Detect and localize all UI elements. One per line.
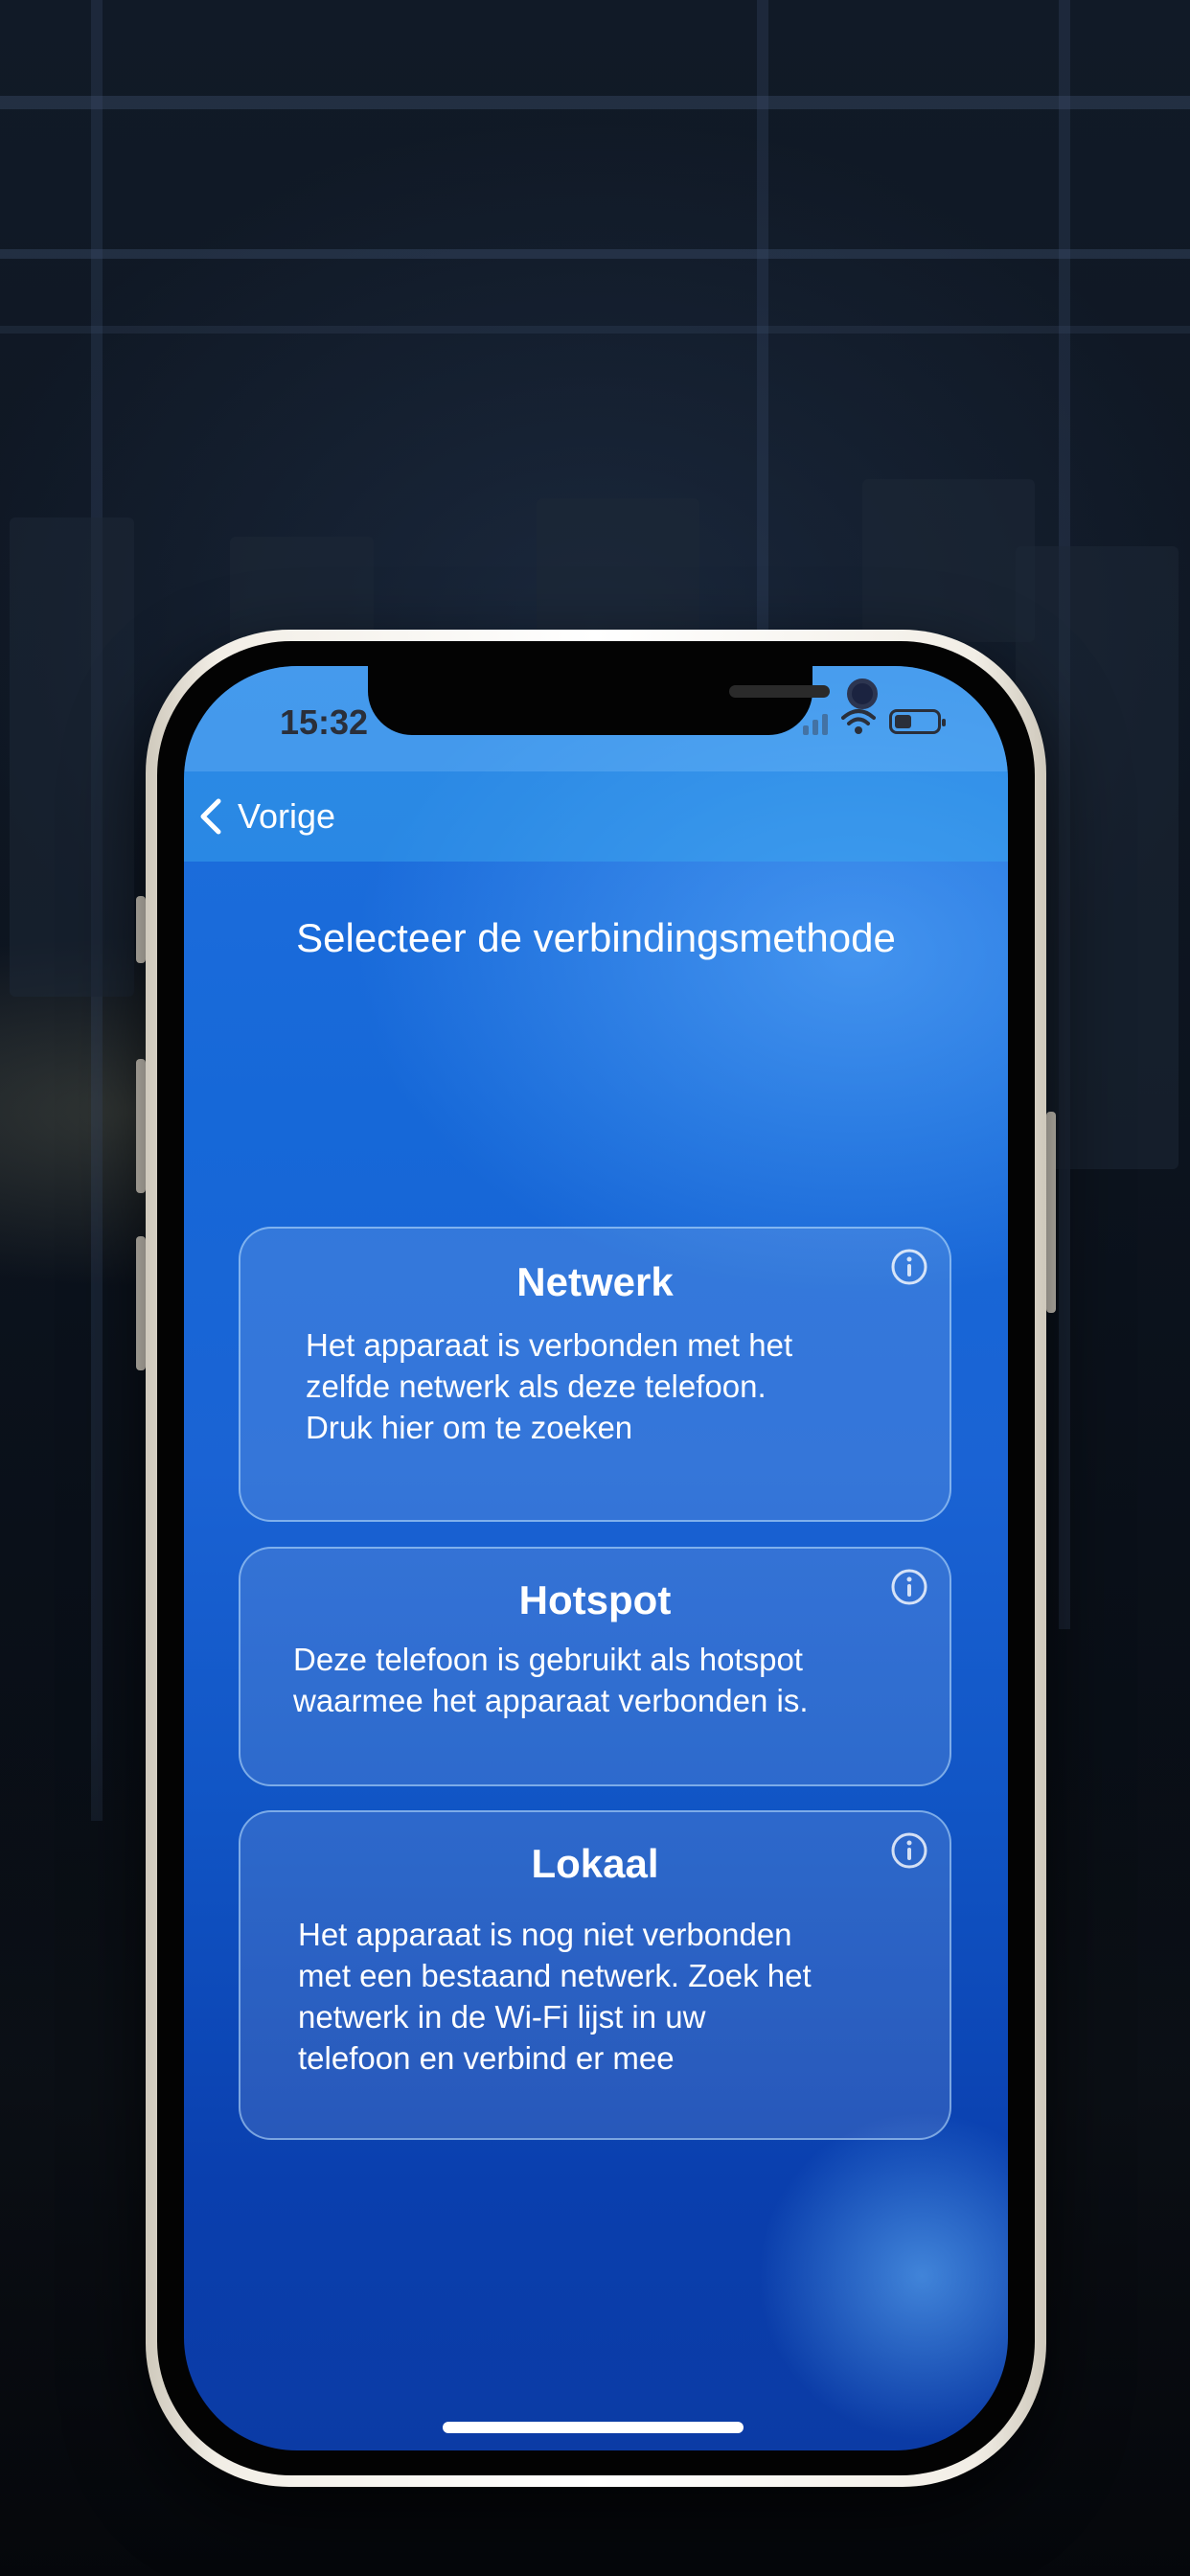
option-card-hotspot[interactable]: Hotspot Deze telefoon is gebruikt als ho…	[239, 1547, 951, 1786]
status-time: 15:32	[280, 702, 369, 742]
earpiece	[729, 685, 830, 698]
wifi-icon	[841, 709, 876, 734]
navigation-bar: Vorige	[184, 771, 1008, 862]
back-label: Vorige	[238, 796, 336, 836]
page-title: Selecteer de verbindingsmethode	[296, 915, 896, 960]
volume-up-button	[136, 1059, 146, 1193]
phone-bezel: 15:32 Vorige Selecteer de verbindingsmet…	[157, 641, 1035, 2475]
phone-screen: 15:32 Vorige Selecteer de verbindingsmet…	[184, 666, 1008, 2450]
home-indicator[interactable]	[443, 2422, 744, 2433]
stage-truss	[0, 96, 1190, 109]
mute-switch	[136, 896, 146, 963]
option-card-netwerk[interactable]: Netwerk Het apparaat is verbonden met he…	[239, 1227, 951, 1522]
stage-truss	[0, 249, 1190, 259]
status-icons	[803, 704, 946, 739]
stage-truss	[0, 326, 1190, 334]
power-button	[1046, 1112, 1056, 1313]
front-camera	[847, 678, 878, 709]
option-description: Het apparaat is verbonden met het zelfde…	[306, 1327, 793, 1445]
back-button[interactable]: Vorige	[184, 796, 335, 837]
info-icon[interactable]	[890, 1248, 928, 1286]
battery-level	[895, 715, 911, 728]
volume-down-button	[136, 1236, 146, 1370]
option-title: Hotspot	[518, 1577, 672, 1622]
stage-speaker	[537, 498, 699, 642]
option-description: Deze telefoon is gebruikt als hotspot wa…	[293, 1642, 809, 1718]
option-card-lokaal[interactable]: Lokaal Het apparaat is nog niet verbonde…	[239, 1810, 951, 2140]
stage-speaker	[862, 479, 1035, 642]
battery-icon	[889, 709, 946, 734]
phone-frame: 15:32 Vorige Selecteer de verbindingsmet…	[146, 630, 1046, 2487]
option-description: Het apparaat is nog niet verbonden met e…	[298, 1917, 812, 2076]
chevron-left-icon	[200, 798, 221, 835]
option-title: Netwerk	[516, 1259, 674, 1304]
stage-speaker	[10, 518, 134, 997]
info-icon[interactable]	[890, 1568, 928, 1606]
option-title: Lokaal	[531, 1841, 659, 1886]
info-icon[interactable]	[890, 1831, 928, 1870]
phone-notch	[368, 666, 878, 735]
